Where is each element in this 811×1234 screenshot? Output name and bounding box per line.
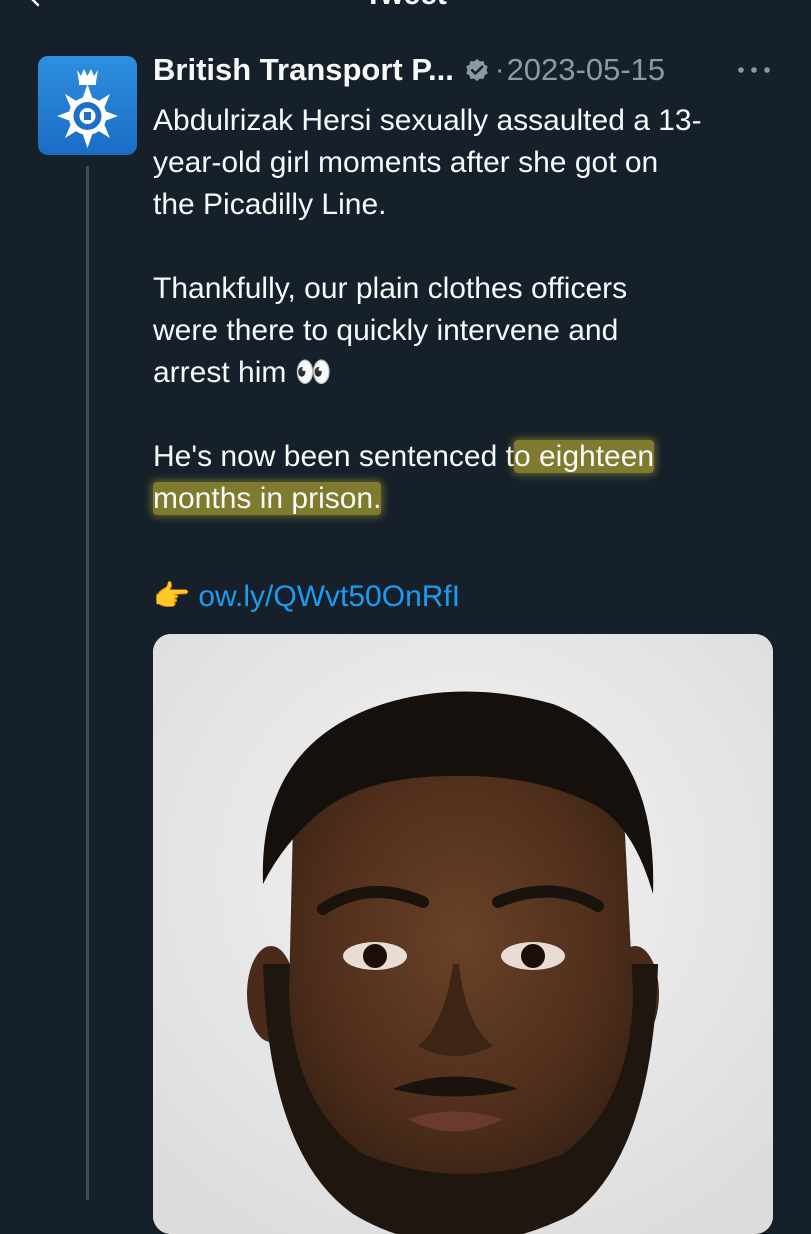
- author-name[interactable]: British Transport P...: [153, 52, 454, 88]
- tweet-text: Abdulrizak Hersi sexually assaulted a 13…: [153, 100, 793, 520]
- highlighted-text: months in prison.: [153, 482, 382, 515]
- header-separator: ·: [494, 53, 505, 86]
- tweet-line: arrest him 👀: [153, 352, 793, 394]
- tweet-header: British Transport P... · 2023-05-15: [153, 50, 665, 90]
- tweet-line-text: arrest him: [153, 356, 287, 389]
- eyes-emoji: 👀: [294, 356, 333, 389]
- tweet-line: were there to quickly intervene and: [153, 314, 619, 347]
- page-title: Tweet: [0, 0, 811, 12]
- mugshot-photo: [153, 634, 773, 1234]
- pointing-hand-emoji: 👉: [153, 579, 191, 614]
- tweet-line: months in prison.: [153, 478, 793, 520]
- tweet-line-text: He's now been sentenced t: [153, 440, 514, 473]
- thread-line: [86, 166, 89, 1200]
- avatar[interactable]: [38, 56, 137, 155]
- tweet-line: year-old girl moments after she got on: [153, 146, 659, 179]
- tweet-line: He's now been sentenced to eighteen: [153, 436, 793, 478]
- verified-badge-icon[interactable]: [463, 56, 491, 84]
- link-line: 👉 ow.ly/QWvt50OnRfI: [153, 576, 460, 618]
- tweet-line: the Picadilly Line.: [153, 188, 387, 221]
- top-bar: Tweet: [0, 0, 811, 14]
- tweet-line: Abdulrizak Hersi sexually assaulted a 13…: [153, 104, 702, 137]
- highlighted-text: o eighteen: [513, 440, 655, 473]
- tweet-date[interactable]: 2023-05-15: [507, 52, 666, 88]
- more-options-icon[interactable]: [736, 64, 772, 76]
- tweet-line: Thankfully, our plain clothes officers: [153, 272, 628, 305]
- police-crest-icon: [57, 69, 118, 148]
- tweet-link[interactable]: ow.ly/QWvt50OnRfI: [198, 580, 460, 613]
- tweet-media-image[interactable]: [153, 634, 773, 1234]
